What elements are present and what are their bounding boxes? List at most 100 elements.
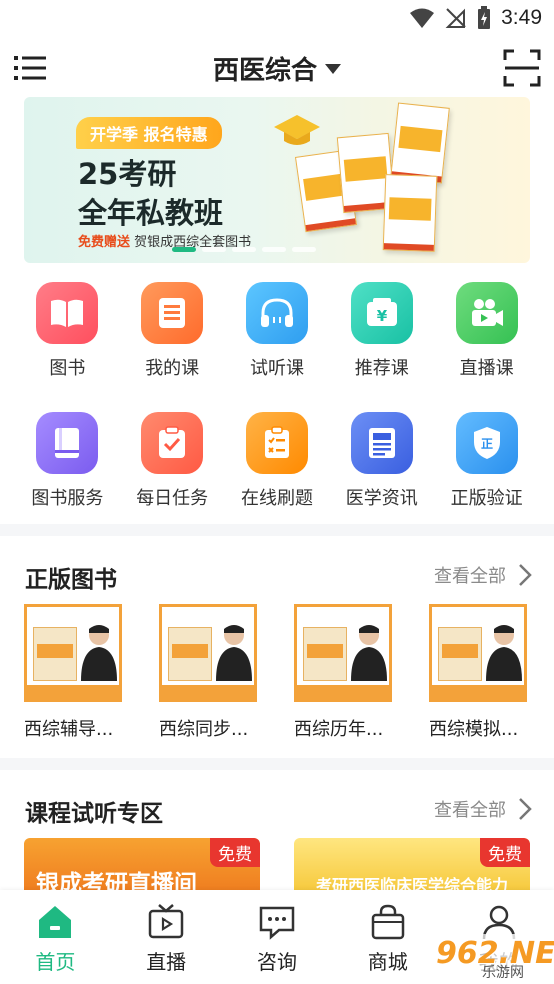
grid-label: 图书服务	[31, 488, 104, 509]
nav-item-home[interactable]: 首页	[0, 890, 111, 984]
graduation-cap-icon	[274, 115, 320, 145]
indicator-dot	[202, 247, 226, 252]
feature-grid-row-1: 图书 我的课 试听课 ¥ 推荐课 直播课	[0, 282, 554, 380]
courses-list: 银成考研直播间 免费 考研西医临床医学综合能力 免费	[24, 838, 530, 894]
grid-item-book-service[interactable]: 图书服务	[15, 412, 120, 510]
books-list: 西综辅导... 西综同步... 西综历年... 西综模拟...	[24, 604, 544, 741]
tv-icon	[148, 904, 184, 939]
grid-label: 图书	[49, 358, 86, 379]
headphones-icon	[245, 282, 308, 344]
watermark-logo: 962.NET 乐游网	[412, 934, 554, 981]
promo-banner[interactable]: 开学季 报名特惠 25考研 全年私教班 免费赠送 贺银成西综全套图书	[24, 97, 530, 263]
indicator-dot	[292, 247, 316, 252]
courses-section-header: 课程试听专区 查看全部	[0, 790, 554, 830]
battery-charging-icon	[478, 6, 491, 29]
books-section-header: 正版图书 查看全部	[0, 556, 554, 596]
no-signal-icon	[445, 8, 466, 28]
grid-label: 在线刷题	[240, 488, 313, 509]
banner-title-line2: 全年私教班	[78, 196, 224, 230]
scan-icon	[503, 49, 541, 87]
shield-verify-icon: 正	[455, 412, 518, 474]
grid-item-authenticity-verify[interactable]: 正 正版验证	[434, 412, 539, 510]
book-name: 西综同步...	[159, 719, 249, 740]
banner-title-line1: 25考研	[78, 157, 177, 191]
grid-label: 每日任务	[136, 488, 209, 509]
grid-item-medical-news[interactable]: 医学资讯	[329, 412, 434, 510]
indicator-dot	[262, 247, 286, 252]
free-badge: 免费	[210, 838, 260, 867]
banner-subtitle-highlight: 免费赠送	[78, 235, 131, 250]
chevron-right-icon	[519, 564, 532, 586]
course-card[interactable]: 银成考研直播间 免费	[24, 838, 260, 894]
notebook-icon	[36, 412, 99, 474]
book-name: 西综模拟...	[429, 719, 519, 740]
chevron-right-icon	[519, 798, 532, 820]
subject-selector[interactable]: 西医综合	[0, 50, 554, 87]
grid-label: 推荐课	[354, 358, 409, 379]
see-all-label: 查看全部	[434, 800, 506, 821]
book-cover-image	[159, 604, 257, 702]
status-time: 3:49	[501, 6, 542, 29]
home-icon	[39, 906, 72, 938]
book-cover-image	[294, 604, 392, 702]
wifi-icon	[410, 8, 435, 28]
grid-label: 我的课	[145, 358, 200, 379]
free-badge: 免费	[480, 838, 530, 867]
clipboard-quiz-icon	[245, 412, 308, 474]
page-title: 西医综合	[212, 56, 317, 86]
scan-button[interactable]	[502, 48, 542, 88]
grid-label: 直播课	[459, 358, 514, 379]
book-card[interactable]: 西综模拟...	[429, 604, 527, 741]
book-name: 西综历年...	[294, 719, 384, 740]
grid-item-books[interactable]: 图书	[15, 282, 120, 380]
courses-see-all[interactable]: 查看全部	[434, 796, 532, 822]
book-name: 西综辅导...	[24, 719, 114, 740]
yen-wallet-icon: ¥	[350, 282, 413, 344]
banner-book-4	[382, 174, 438, 252]
books-see-all[interactable]: 查看全部	[434, 562, 532, 588]
feature-grid-row-2: 图书服务 每日任务 在线刷题 医学资讯 正 正版验证	[0, 412, 554, 510]
nav-item-live[interactable]: 直播	[111, 890, 222, 984]
book-open-icon	[36, 282, 99, 344]
nav-label: 首页	[35, 950, 76, 974]
section-title: 正版图书	[25, 567, 117, 593]
grid-label: 试听课	[249, 358, 304, 379]
app-header: 西医综合	[0, 40, 554, 96]
indicator-dot	[172, 247, 196, 252]
svg-text:¥: ¥	[377, 307, 388, 325]
nav-label: 咨询	[256, 950, 297, 974]
book-cover-image	[24, 604, 122, 702]
grid-label: 正版验证	[450, 488, 523, 509]
video-camera-icon	[455, 282, 518, 344]
section-title: 课程试听专区	[25, 801, 163, 827]
book-cover-image	[429, 604, 527, 702]
status-icons: 3:49	[409, 6, 542, 30]
grid-item-daily-tasks[interactable]: 每日任务	[120, 412, 225, 510]
book-card[interactable]: 西综历年...	[294, 604, 392, 741]
grid-label: 医学资讯	[345, 488, 418, 509]
banner-page-indicator	[172, 247, 316, 252]
see-all-label: 查看全部	[434, 566, 506, 587]
grid-item-recommended[interactable]: ¥ 推荐课	[329, 282, 434, 380]
grid-item-trial-courses[interactable]: 试听课	[225, 282, 330, 380]
banner-book-3	[390, 102, 450, 184]
indicator-dot	[232, 247, 256, 252]
book-card[interactable]: 西综辅导...	[24, 604, 122, 741]
status-bar: 3:49	[0, 0, 554, 38]
nav-item-consult[interactable]: 咨询	[222, 890, 333, 984]
grid-item-live-courses[interactable]: 直播课	[434, 282, 539, 380]
book-card[interactable]: 西综同步...	[159, 604, 257, 741]
course-card[interactable]: 考研西医临床医学综合能力 免费	[294, 838, 530, 894]
nav-label: 直播	[146, 950, 187, 974]
svg-text:正: 正	[481, 437, 493, 451]
chat-icon	[259, 906, 295, 940]
task-check-icon	[141, 412, 204, 474]
banner-tag: 开学季 报名特惠	[76, 117, 222, 149]
grid-item-my-courses[interactable]: 我的课	[120, 282, 225, 380]
document-list-icon	[141, 282, 204, 344]
watermark-sub: 乐游网	[482, 965, 524, 981]
section-divider	[0, 758, 554, 770]
grid-item-online-quiz[interactable]: 在线刷题	[225, 412, 330, 510]
shopping-bag-icon	[371, 904, 405, 940]
section-divider	[0, 524, 554, 536]
